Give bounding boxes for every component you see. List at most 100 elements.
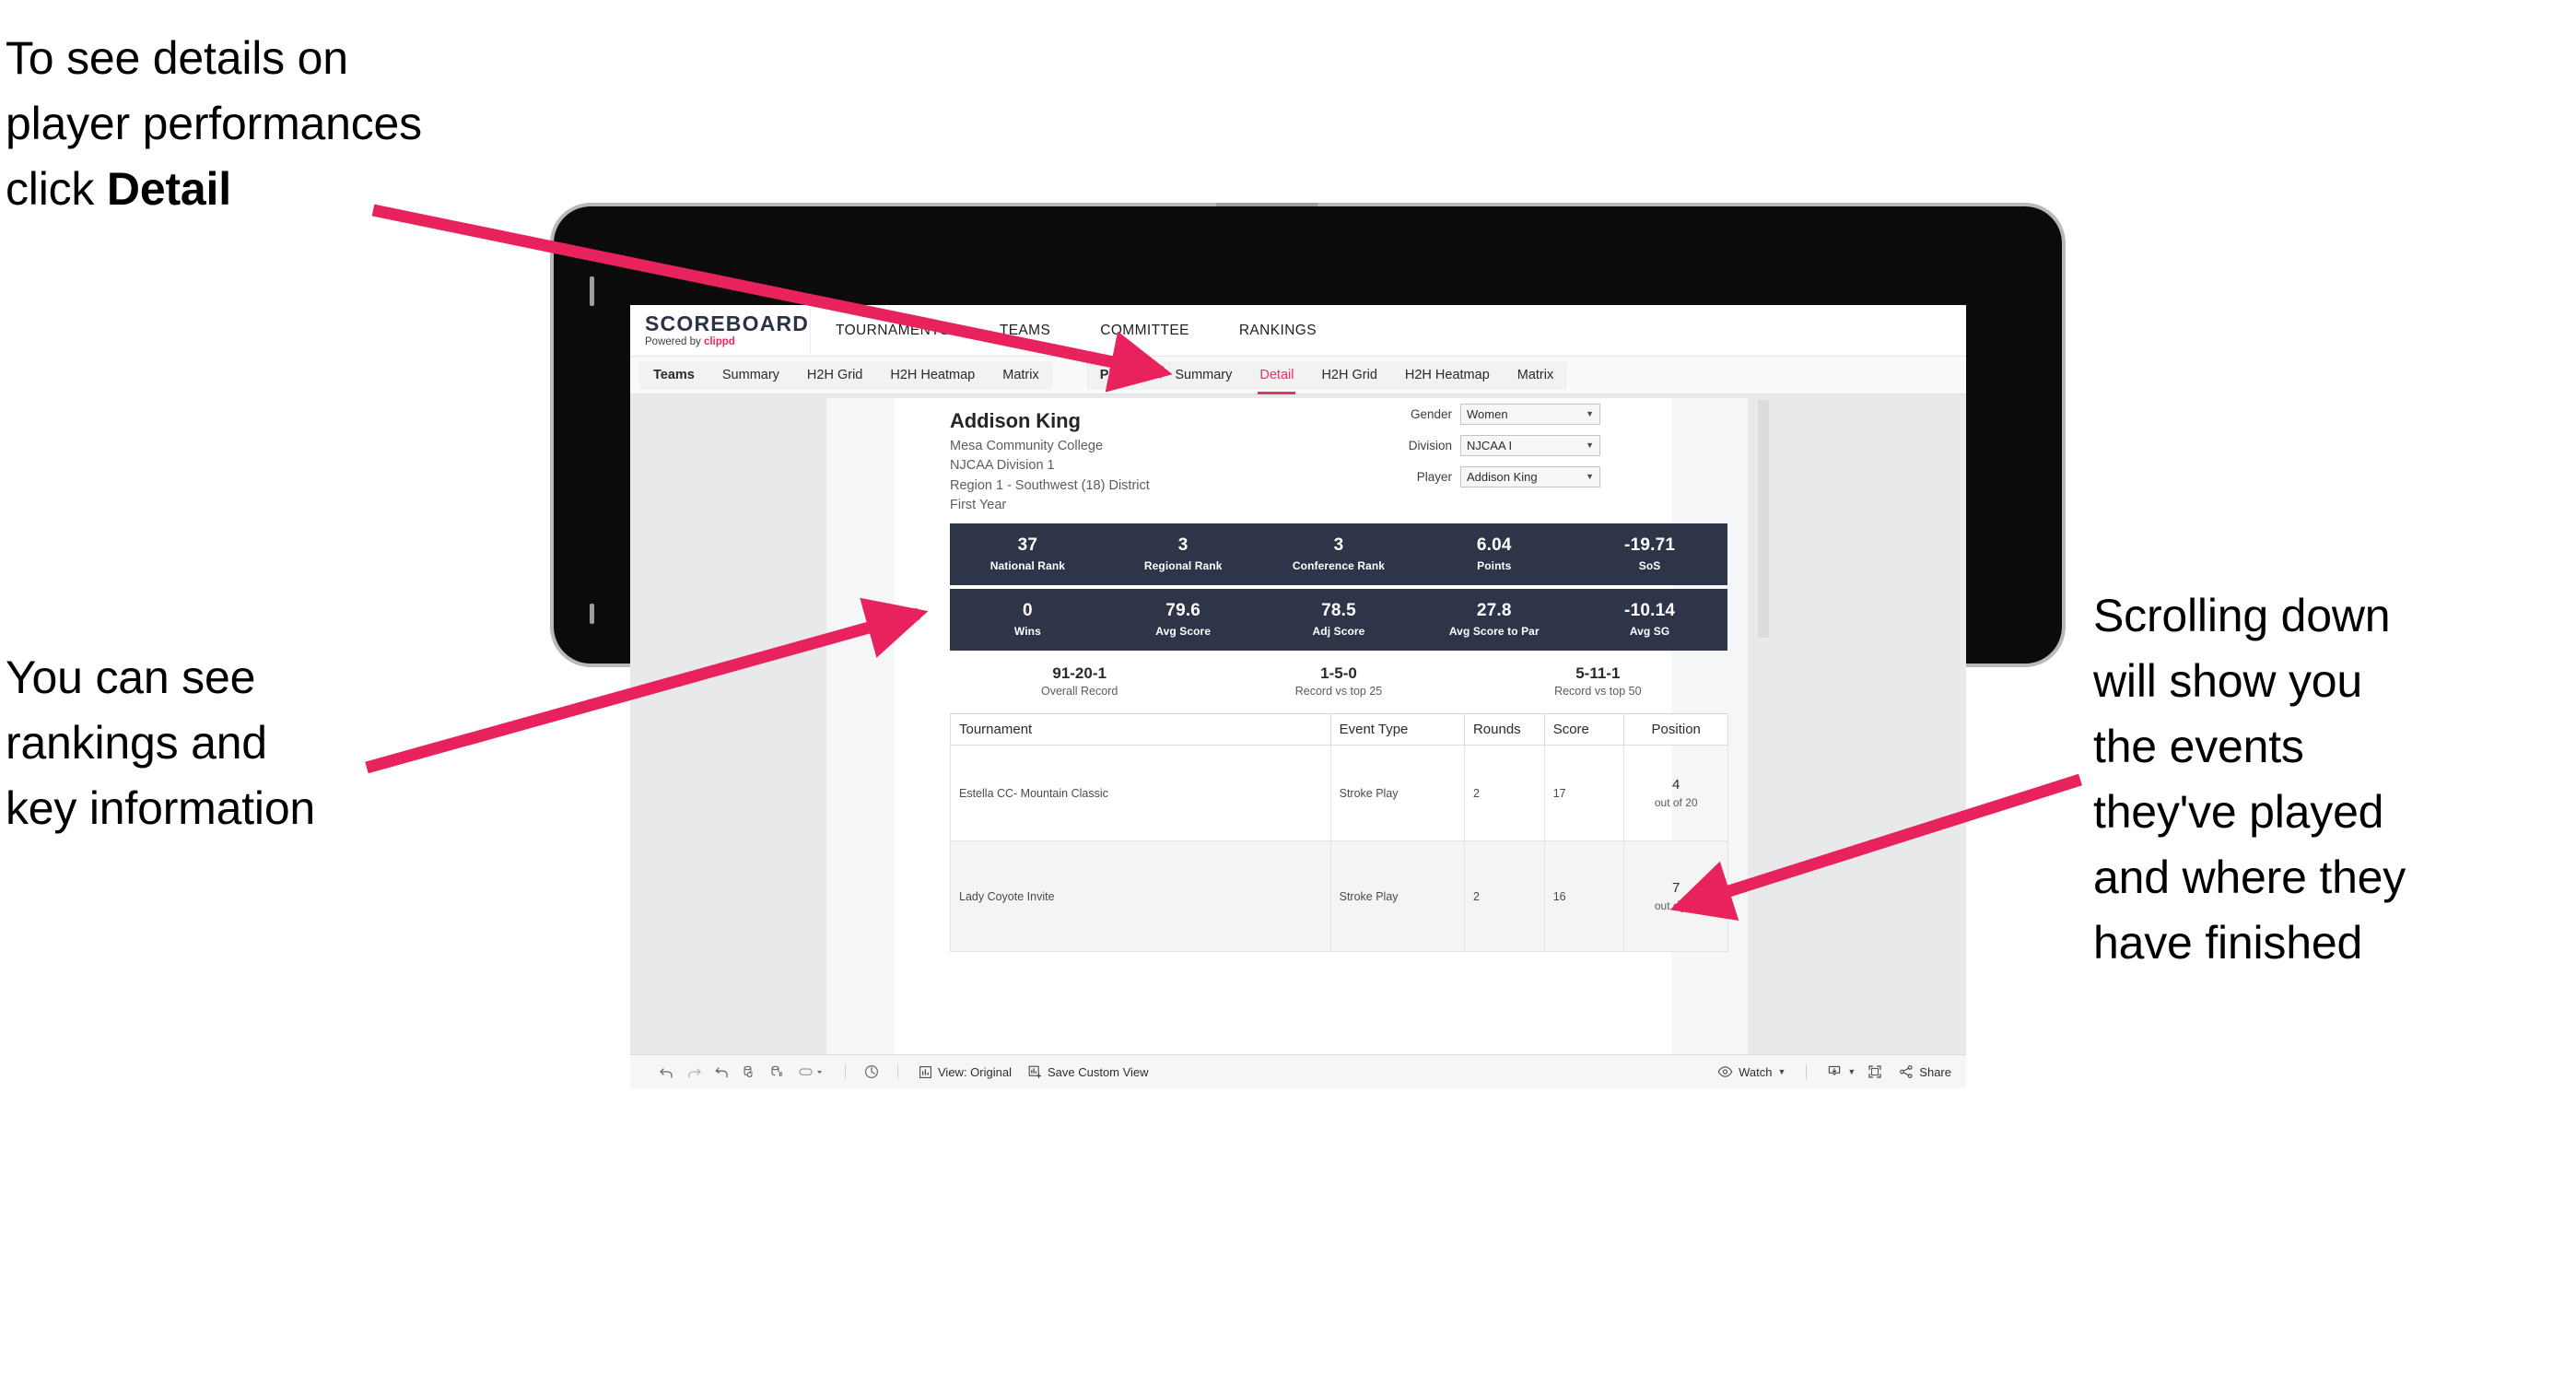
topnav-item-tournaments[interactable]: TOURNAMENTS [811,305,975,357]
stat-value: 79.6 [1165,601,1201,621]
dashboard-content: Addison King Mesa Community College NJCA… [895,398,1728,1054]
stat-value: -10.14 [1624,601,1676,621]
scoreboard-app: SCOREBOARD Powered by clippd TOURNAMENTS… [630,305,1966,1088]
chevron-down-icon: ▼ [1847,1066,1856,1076]
fullscreen-icon[interactable] [1859,1055,1891,1089]
player-name: Addison King [950,409,1081,432]
stat-label: Points [1477,558,1512,572]
watch-button[interactable]: Watch ▼ [1709,1055,1794,1089]
tab-teams-h2h-heatmap[interactable]: H2H Heatmap [876,361,989,390]
records-row: 91-20-1 Overall Record 1-5-0 Record vs t… [950,658,1727,704]
watch-label: Watch [1739,1064,1773,1079]
pause-auto-update-icon[interactable] [858,1055,885,1089]
filter-select-gender[interactable]: Women ▼ [1460,404,1600,425]
cell-rounds: 2 [1463,840,1545,952]
filter-select-player[interactable]: Addison King ▼ [1460,466,1600,487]
column-header-rounds[interactable]: Rounds [1463,713,1545,746]
vertical-scrollbar-track[interactable] [1955,398,1966,1054]
topnav-item-committee[interactable]: COMMITTEE [1075,305,1214,357]
tab-players[interactable]: Players [1086,361,1162,390]
brand-logo[interactable]: SCOREBOARD Powered by clippd [630,305,811,357]
revert-icon[interactable] [708,1055,735,1089]
chevron-down-icon: ▼ [1586,472,1594,481]
topnav-item-rankings[interactable]: RANKINGS [1214,305,1341,357]
stat-regional-rank: 3 Regional Rank [1106,535,1261,572]
filter-row-player: Player Addison King ▼ [1374,466,1600,487]
save-custom-view-button[interactable]: Save Custom View [1020,1055,1157,1089]
table-header-row: Tournament Event Type Rounds Score Posit… [950,713,1728,746]
record-value: 91-20-1 [1052,664,1107,682]
sub-navigation-bar: Teams Summary H2H Grid H2H Heatmap Matri… [630,357,1966,394]
vertical-scrollbar-thumb[interactable] [1758,400,1769,638]
annotation-scrolling: Scrolling down will show you the events … [2093,590,2406,969]
cell-score: 16 [1543,840,1625,952]
view-original-button[interactable]: View: Original [910,1055,1020,1089]
clippd-name: clippd [703,335,735,347]
tab-teams[interactable]: Teams [639,361,708,390]
cell-tournament: Lady Coyote Invite [950,840,1331,952]
filter-value-gender: Women [1467,407,1508,421]
stat-conference-rank: 3 Conference Rank [1261,535,1417,572]
brand-subtitle: Powered by clippd [645,335,810,348]
stat-label: Conference Rank [1292,558,1386,572]
cell-score: 17 [1543,745,1625,841]
filter-value-division: NJCAA I [1467,439,1513,452]
table-row[interactable]: Estella CC- Mountain Classic Stroke Play… [950,745,1728,841]
column-header-tournament[interactable]: Tournament [950,713,1331,746]
undo-icon[interactable] [652,1055,680,1089]
annotation-detail: To see details on player performances cl… [6,26,614,222]
topnav-item-teams[interactable]: TEAMS [975,305,1075,357]
position-number: 4 [1672,777,1680,793]
redo-icon[interactable] [680,1055,708,1089]
filter-panel: Gender Women ▼ Division NJCAA I ▼ Player… [1374,404,1600,498]
player-division: NJCAA Division 1 [950,458,1055,474]
toolbar-divider [845,1064,846,1079]
stat-avg-score-to-par: 27.8 Avg Score to Par [1416,601,1572,638]
tab-group-teams: Teams Summary H2H Grid H2H Heatmap Matri… [639,360,1053,390]
cell-event-type: Stroke Play [1329,745,1465,841]
share-button[interactable]: Share [1891,1055,1966,1089]
device-layout-icon[interactable] [790,1055,833,1089]
filter-label-player: Player [1416,470,1452,484]
tab-players-detail[interactable]: Detail [1246,361,1307,394]
tablet-side-button-top [590,276,594,306]
stat-label: National Rank [989,558,1066,572]
filter-row-division: Division NJCAA I ▼ [1374,435,1600,456]
pause-updates-icon[interactable] [763,1055,790,1089]
filter-row-gender: Gender Women ▼ [1374,404,1600,425]
column-header-event-type[interactable]: Event Type [1329,713,1465,746]
column-header-position[interactable]: Position [1623,713,1728,746]
record-label: Overall Record [1040,685,1118,699]
player-year: First Year [950,497,1007,512]
stat-national-rank: 37 National Rank [950,535,1106,572]
tab-teams-matrix[interactable]: Matrix [989,361,1052,390]
toolbar-divider [1806,1064,1808,1079]
tab-teams-summary[interactable]: Summary [708,361,793,390]
stat-adj-score: 78.5 Adj Score [1261,601,1417,638]
tab-players-h2h-heatmap[interactable]: H2H Heatmap [1391,361,1504,390]
stat-points: 6.04 Points [1416,535,1572,572]
record-label: Record vs top 25 [1294,685,1383,699]
filter-value-player: Addison King [1467,470,1538,484]
position-out-of: out of 20 [1654,795,1698,809]
column-header-score[interactable]: Score [1543,713,1625,746]
stat-value: 3 [1177,535,1188,556]
filter-select-division[interactable]: NJCAA I ▼ [1460,435,1600,456]
position-number: 7 [1672,880,1680,897]
stat-label: Avg Score [1155,624,1212,638]
tab-players-summary[interactable]: Summary [1161,361,1246,390]
refresh-data-icon[interactable] [735,1055,763,1089]
table-row[interactable]: Lady Coyote Invite Stroke Play 2 16 7 ou… [950,840,1728,952]
dashboard-sheet: Addison King Mesa Community College NJCA… [826,398,1748,1054]
tablet-side-button-middle [590,604,594,624]
tab-players-matrix[interactable]: Matrix [1504,361,1567,390]
tab-teams-h2h-grid[interactable]: H2H Grid [793,361,876,390]
cell-event-type: Stroke Play [1329,840,1465,952]
stat-value: -19.71 [1624,535,1676,556]
app-header: SCOREBOARD Powered by clippd TOURNAMENTS… [630,305,1966,357]
chevron-down-icon: ▼ [1777,1066,1786,1076]
download-button[interactable]: ▼ [1819,1055,1859,1089]
stat-avg-score: 79.6 Avg Score [1106,601,1261,638]
filter-label-gender: Gender [1410,407,1452,421]
tab-players-h2h-grid[interactable]: H2H Grid [1307,361,1390,390]
